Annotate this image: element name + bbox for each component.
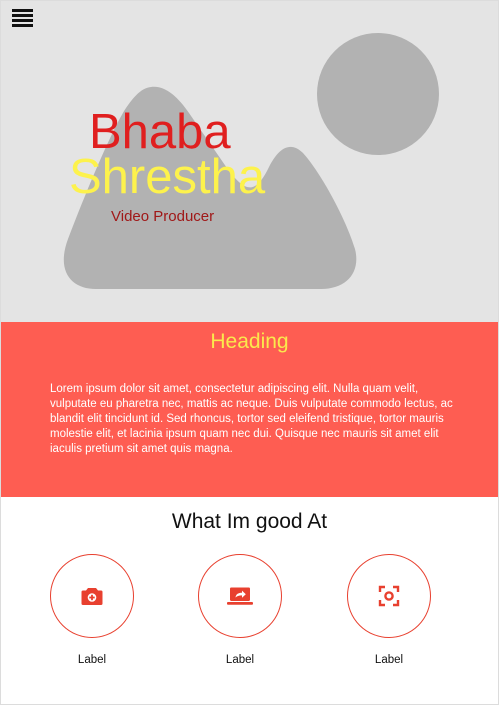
skill-button-camera[interactable]: [50, 554, 134, 638]
center-focus-icon: [378, 585, 400, 607]
hero-last-name: Shrestha: [69, 150, 266, 204]
about-heading: Heading: [210, 330, 289, 353]
menu-icon-bar: [12, 9, 33, 12]
menu-icon-bar: [12, 19, 33, 22]
skill-button-laptop[interactable]: [198, 554, 282, 638]
hero-role: Video Producer: [111, 208, 215, 225]
skill-item: Label: [50, 554, 136, 666]
add-a-photo-icon: [81, 588, 103, 605]
hero-section: Bhaba Shrestha Video Producer: [1, 1, 498, 322]
hamburger-menu-icon[interactable]: [12, 9, 33, 29]
menu-icon-bar: [12, 14, 33, 17]
skill-button-focus[interactable]: [347, 554, 431, 638]
page: Bhaba Shrestha Video Producer Heading Lo…: [0, 0, 499, 705]
skill-item: Label: [347, 554, 433, 666]
menu-icon-bar: [12, 24, 33, 27]
laptop-share-icon: [227, 587, 253, 605]
skill-label: Label: [374, 654, 404, 666]
about-section: Heading Lorem ipsum dolor sit amet, cons…: [1, 322, 498, 497]
placeholder-sun-shape: [317, 33, 439, 155]
skills-heading: What Im good At: [171, 510, 328, 533]
skill-label: Label: [225, 654, 255, 666]
about-text: Lorem ipsum dolor sit amet, consectetur …: [50, 383, 453, 455]
skill-item: Label: [198, 554, 284, 666]
skill-label: Label: [77, 654, 107, 666]
